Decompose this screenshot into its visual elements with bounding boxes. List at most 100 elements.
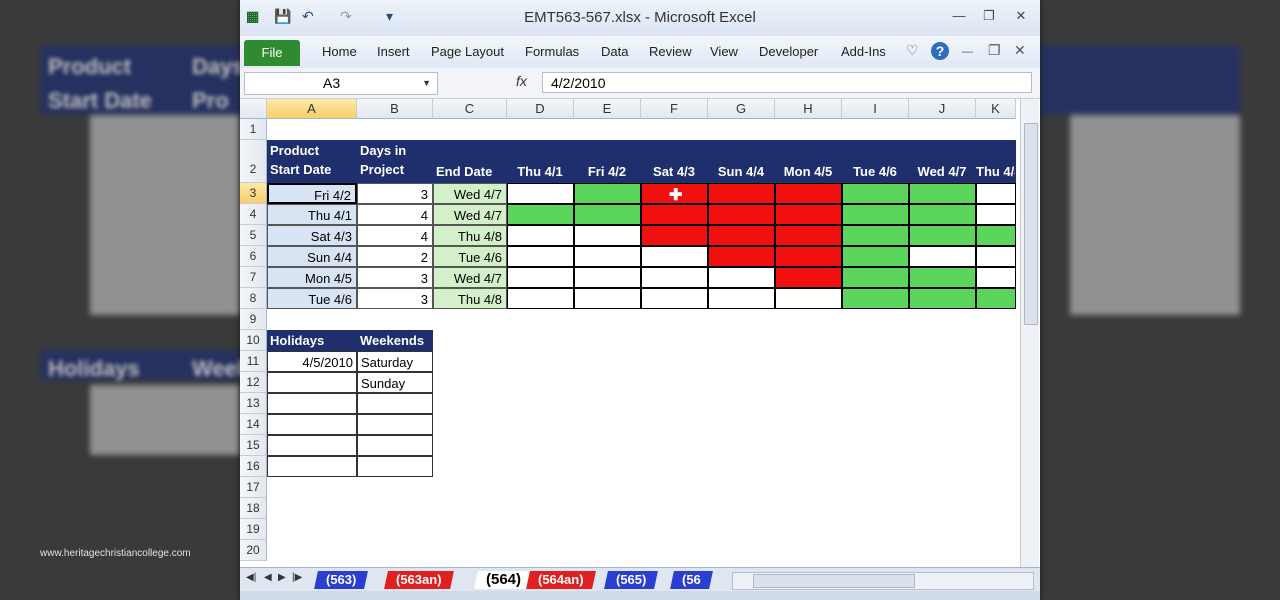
- gantt-cell[interactable]: [909, 225, 976, 246]
- gantt-cell[interactable]: [775, 246, 842, 267]
- next-sheet-icon[interactable]: ▶: [278, 572, 286, 583]
- gantt-cell[interactable]: [641, 246, 708, 267]
- gantt-cell[interactable]: [775, 183, 842, 204]
- days-cell[interactable]: 3: [357, 183, 433, 204]
- days-cell[interactable]: 2: [357, 246, 433, 267]
- tab-home[interactable]: Home: [322, 44, 357, 59]
- column-header-b[interactable]: B: [357, 99, 433, 119]
- restore-icon[interactable]: ❐: [980, 8, 998, 24]
- row-header-10[interactable]: 10: [240, 330, 267, 351]
- holiday-cell[interactable]: [267, 393, 357, 414]
- gantt-cell[interactable]: [976, 267, 1016, 288]
- gantt-cell[interactable]: [976, 288, 1016, 309]
- header-date-8[interactable]: Thu 4/8: [976, 140, 1016, 183]
- gantt-cell[interactable]: [909, 246, 976, 267]
- gantt-cell[interactable]: [842, 183, 909, 204]
- holidays-header[interactable]: Holidays: [267, 330, 357, 351]
- row-header-16[interactable]: 16: [240, 456, 267, 477]
- gantt-cell[interactable]: [507, 267, 574, 288]
- header-date-5[interactable]: Mon 4/5: [775, 140, 842, 183]
- tab-developer[interactable]: Developer: [759, 44, 818, 59]
- close-icon[interactable]: ✕: [1012, 8, 1030, 24]
- gantt-cell[interactable]: [574, 183, 641, 204]
- end-date-cell[interactable]: Thu 4/8: [433, 225, 507, 246]
- holiday-cell[interactable]: [267, 456, 357, 477]
- tab-review[interactable]: Review: [649, 44, 692, 59]
- row-header-19[interactable]: 19: [240, 519, 267, 540]
- spreadsheet-grid[interactable]: A B C D E F G H I J K 1 2 3 4 5 6 7 8 9 10 11 12 13 14 15 16 17 18 19…: [240, 99, 1020, 567]
- help-icon[interactable]: ?: [931, 42, 949, 60]
- row-header-7[interactable]: 7: [240, 267, 267, 288]
- weekends-header[interactable]: Weekends: [357, 330, 433, 351]
- tab-add-ins[interactable]: Add-Ins: [841, 44, 886, 59]
- gantt-cell[interactable]: [641, 267, 708, 288]
- prev-sheet-icon[interactable]: ◀: [264, 572, 272, 583]
- weekend-cell[interactable]: [357, 435, 433, 456]
- header-date-2[interactable]: Fri 4/2: [574, 140, 641, 183]
- row-header-4[interactable]: 4: [240, 204, 267, 225]
- column-header-c[interactable]: C: [433, 99, 507, 119]
- weekend-cell[interactable]: Sunday: [357, 372, 433, 393]
- gantt-cell[interactable]: [574, 225, 641, 246]
- column-header-g[interactable]: G: [708, 99, 775, 119]
- gantt-cell[interactable]: [507, 288, 574, 309]
- gantt-cell[interactable]: [775, 225, 842, 246]
- days-cell[interactable]: 4: [357, 204, 433, 225]
- column-header-h[interactable]: H: [775, 99, 842, 119]
- formula-input[interactable]: 4/2/2010: [542, 72, 1032, 93]
- tab-data[interactable]: Data: [601, 44, 628, 59]
- row-header-13[interactable]: 13: [240, 393, 267, 414]
- gantt-cell[interactable]: [775, 288, 842, 309]
- gantt-cell[interactable]: [641, 204, 708, 225]
- sheet-tab[interactable]: (563): [314, 571, 369, 589]
- weekend-cell[interactable]: [357, 393, 433, 414]
- gantt-cell[interactable]: [842, 204, 909, 225]
- header-date-7[interactable]: Wed 4/7: [909, 140, 976, 183]
- days-cell[interactable]: 3: [357, 267, 433, 288]
- header-date-4[interactable]: Sun 4/4: [708, 140, 775, 183]
- days-cell[interactable]: 4: [357, 225, 433, 246]
- gantt-cell[interactable]: [976, 204, 1016, 225]
- insert-function-icon[interactable]: fx: [516, 73, 527, 89]
- sheet-tab[interactable]: (563an): [384, 571, 454, 589]
- gantt-cell[interactable]: [507, 183, 574, 204]
- column-header-e[interactable]: E: [574, 99, 641, 119]
- sheet-tab[interactable]: (56: [670, 571, 713, 589]
- gantt-cell[interactable]: [976, 183, 1016, 204]
- vertical-scrollbar[interactable]: [1020, 99, 1039, 567]
- header-date-3[interactable]: Sat 4/3: [641, 140, 708, 183]
- days-cell[interactable]: 3: [357, 288, 433, 309]
- gantt-cell[interactable]: [641, 225, 708, 246]
- column-header-d[interactable]: D: [507, 99, 574, 119]
- end-date-cell[interactable]: Wed 4/7: [433, 183, 507, 204]
- gantt-cell[interactable]: [574, 267, 641, 288]
- start-date-cell[interactable]: Sun 4/4: [267, 246, 357, 267]
- gantt-cell[interactable]: [507, 225, 574, 246]
- last-sheet-icon[interactable]: |▶: [292, 572, 302, 583]
- horizontal-scrollbar[interactable]: [732, 572, 1034, 590]
- row-header-3[interactable]: 3: [240, 183, 267, 204]
- minimize-icon[interactable]: —: [950, 8, 968, 24]
- row-header-12[interactable]: 12: [240, 372, 267, 393]
- tab-insert[interactable]: Insert: [377, 44, 410, 59]
- column-header-a[interactable]: A: [267, 99, 357, 119]
- column-header-k[interactable]: K: [976, 99, 1016, 119]
- row-header-8[interactable]: 8: [240, 288, 267, 309]
- gantt-cell[interactable]: [775, 267, 842, 288]
- gantt-cell[interactable]: [842, 288, 909, 309]
- gantt-cell[interactable]: [708, 246, 775, 267]
- first-sheet-icon[interactable]: ◀|: [246, 572, 256, 583]
- weekend-cell[interactable]: Saturday: [357, 351, 433, 372]
- gantt-cell[interactable]: [909, 183, 976, 204]
- end-date-cell[interactable]: Wed 4/7: [433, 204, 507, 225]
- gantt-cell[interactable]: [909, 267, 976, 288]
- header-end-date[interactable]: End Date: [433, 140, 507, 183]
- ribbon-restore-icon[interactable]: ❐: [988, 42, 1001, 59]
- chevron-down-icon[interactable]: ▼: [422, 73, 431, 94]
- row-header-1[interactable]: 1: [240, 119, 267, 140]
- gantt-cell[interactable]: [909, 204, 976, 225]
- weekend-cell[interactable]: [357, 414, 433, 435]
- gantt-cell[interactable]: [909, 288, 976, 309]
- gantt-cell[interactable]: [641, 288, 708, 309]
- file-tab[interactable]: File: [244, 40, 300, 66]
